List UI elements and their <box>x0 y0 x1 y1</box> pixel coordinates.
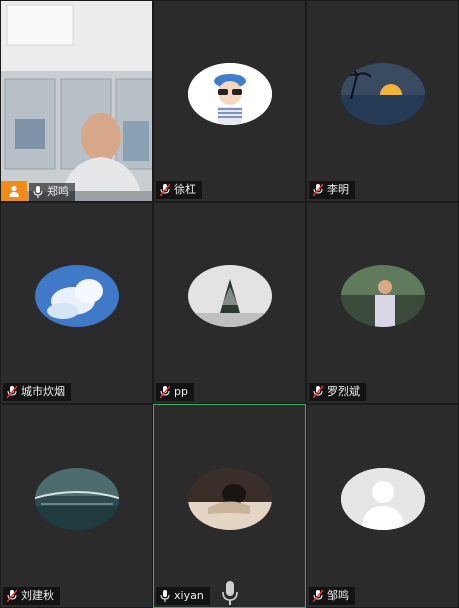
participant-name: 邹鸣 <box>327 589 349 602</box>
avatar <box>187 63 272 125</box>
participant-name: pp <box>174 385 188 398</box>
tree-avatar-image <box>187 265 272 327</box>
participant-name-tag: xiyan <box>156 587 210 605</box>
participant-name: 李明 <box>327 183 349 196</box>
participant-name: xiyan <box>174 589 204 602</box>
participant-tile-9[interactable]: 邹鸣 <box>306 404 459 608</box>
participant-name: 城市炊烟 <box>21 385 65 398</box>
participant-name-tag: pp <box>156 383 194 401</box>
participant-name-tag: 城市炊烟 <box>3 383 71 401</box>
avatar <box>34 468 119 530</box>
lake-avatar-image <box>34 468 119 530</box>
sunset-avatar-image <box>340 63 425 125</box>
camera-feed <box>1 1 152 201</box>
participant-tile-5[interactable]: pp <box>153 202 306 404</box>
default-avatar-icon <box>340 468 425 530</box>
mic-icon <box>33 186 43 198</box>
participant-name-tag: 李明 <box>309 181 355 199</box>
participant-name: 郑鸣 <box>47 185 69 198</box>
person-desk-avatar-image <box>187 468 272 530</box>
man-avatar-image <box>340 265 425 327</box>
participant-name: 刘建秋 <box>21 589 54 602</box>
avatar <box>187 468 272 530</box>
participant-tile-8[interactable]: xiyan <box>153 404 306 608</box>
avatar <box>340 63 425 125</box>
host-badge <box>1 181 27 201</box>
participant-name-tag: 郑鸣 <box>29 183 75 201</box>
mic-muted-icon <box>7 386 17 398</box>
participant-name: 徐杠 <box>174 183 196 196</box>
participant-name-tag: 徐杠 <box>156 181 202 199</box>
mic-muted-icon <box>160 184 170 196</box>
mic-icon <box>160 590 170 602</box>
mic-muted-icon <box>160 386 170 398</box>
camera-scene <box>1 1 152 201</box>
participant-name-tag: 罗烈斌 <box>309 383 366 401</box>
speaking-mic-icon <box>221 581 238 605</box>
participant-tile-3[interactable]: 李明 <box>306 0 459 202</box>
video-grid: 郑鸣 徐杠 李明 城市炊烟 pp 罗烈斌 刘建秋 xiyan 邹鸣 <box>0 0 459 608</box>
participant-tile-1[interactable]: 郑鸣 <box>0 0 153 202</box>
avatar <box>340 265 425 327</box>
mic-muted-icon <box>313 386 323 398</box>
mic-muted-icon <box>313 184 323 196</box>
participant-name-tag: 邹鸣 <box>309 587 355 605</box>
participant-name-tag: 刘建秋 <box>3 587 60 605</box>
mic-muted-icon <box>313 590 323 602</box>
participant-name: 罗烈斌 <box>327 385 360 398</box>
participant-tile-7[interactable]: 刘建秋 <box>0 404 153 608</box>
person-icon <box>9 185 19 197</box>
avatar <box>340 468 425 530</box>
participant-tile-4[interactable]: 城市炊烟 <box>0 202 153 404</box>
avatar <box>187 265 272 327</box>
mic-muted-icon <box>7 590 17 602</box>
participant-tile-6[interactable]: 罗烈斌 <box>306 202 459 404</box>
cartoon-avatar-image <box>187 63 272 125</box>
participant-tile-2[interactable]: 徐杠 <box>153 0 306 202</box>
avatar <box>34 265 119 327</box>
clouds-avatar-image <box>34 265 119 327</box>
